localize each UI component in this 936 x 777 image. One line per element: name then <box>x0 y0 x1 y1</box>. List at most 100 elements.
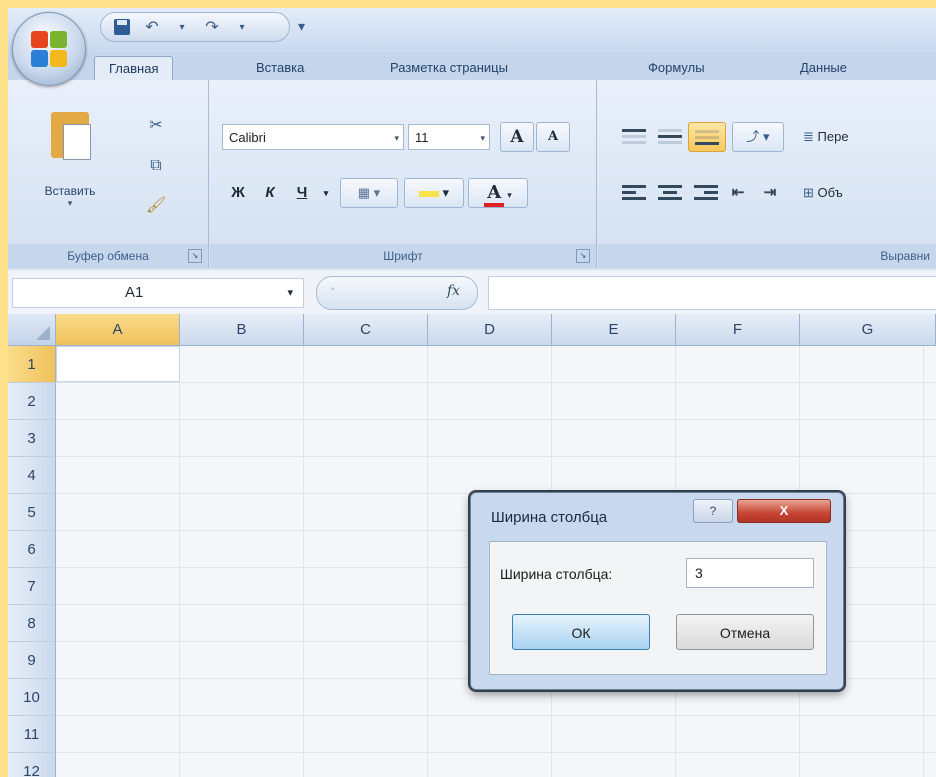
column-header-b[interactable]: B <box>180 314 304 346</box>
clipboard-icon <box>51 112 91 160</box>
font-name-select[interactable]: Calibri ▾ <box>222 124 404 150</box>
fill-color-icon <box>418 190 439 197</box>
wrap-text-button[interactable]: ≣ Пере <box>802 122 936 152</box>
font-color-button[interactable]: A ▾ <box>468 178 528 208</box>
excel-window: ↶ ▾ ↷ ▾ ▾ Главная Вставка Разметка стран… <box>8 8 936 777</box>
font-group-label: Шрифт <box>210 244 596 268</box>
increase-indent-icon[interactable]: ⇥ <box>754 178 786 208</box>
tab-home[interactable]: Главная <box>94 56 174 82</box>
column-width-dialog: Ширина столбца ? X Ширина столбца: 3 ОК … <box>470 492 844 690</box>
row-header-9[interactable]: 9 <box>8 642 56 679</box>
format-painter-icon[interactable]: 🖌 <box>144 194 168 218</box>
cut-icon[interactable]: ✂ <box>144 114 168 138</box>
redo-icon[interactable]: ↷ <box>201 16 223 38</box>
formula-expand-icon[interactable]: ◦ <box>331 284 335 295</box>
row-header-1[interactable]: 1 <box>8 346 56 383</box>
formula-bar: A1 ▾ ◦ fx <box>8 270 936 315</box>
borders-button[interactable]: ▦ ▾ <box>340 178 398 208</box>
cancel-button[interactable]: Отмена <box>676 614 814 650</box>
name-box[interactable]: A1 ▾ <box>12 278 304 308</box>
orientation-button[interactable]: ⤴ ▾ <box>732 122 784 152</box>
ok-button[interactable]: ОК <box>512 614 650 650</box>
column-width-label: Ширина столбца: <box>500 566 613 582</box>
align-center-icon[interactable] <box>656 182 684 204</box>
paste-dropdown-icon[interactable]: ▾ <box>30 198 110 209</box>
grow-font-button[interactable]: A <box>500 122 534 152</box>
align-bottom-icon <box>693 127 721 149</box>
customize-qat-icon[interactable]: ▾ <box>298 18 305 35</box>
select-all-button[interactable] <box>8 314 56 346</box>
ribbon-tabs: Главная Вставка Разметка страницы Формул… <box>8 52 936 82</box>
bold-button[interactable]: Ж <box>222 178 254 208</box>
column-header-a[interactable]: A <box>56 314 180 346</box>
align-left-icon[interactable] <box>620 182 648 204</box>
column-header-g[interactable]: G <box>800 314 936 346</box>
font-group: Calibri ▾ 11 ▾ A A Ж К Ч ▾ ▦ ▾ ▾ A ▾ Шрифт… <box>210 80 597 268</box>
help-button[interactable]: ? <box>693 499 733 523</box>
alignment-group: ⤴ ▾ ⇤ ⇥ ≣ Пере ⊞ Объ Выравни <box>598 80 936 268</box>
merge-cells-button[interactable]: ⊞ Объ <box>802 178 936 208</box>
row-header-3[interactable]: 3 <box>8 420 56 457</box>
tab-page-layout[interactable]: Разметка страницы <box>390 60 508 75</box>
chevron-down-icon[interactable]: ▾ <box>287 279 293 307</box>
title-bar: ↶ ▾ ↷ ▾ ▾ <box>8 8 936 52</box>
formula-input[interactable] <box>488 276 936 310</box>
row-header-4[interactable]: 4 <box>8 457 56 494</box>
column-header-f[interactable]: F <box>676 314 800 346</box>
align-middle-icon[interactable] <box>656 126 684 148</box>
font-size-select[interactable]: 11 ▾ <box>408 124 490 150</box>
column-header-d[interactable]: D <box>428 314 552 346</box>
tab-data[interactable]: Данные <box>800 60 847 75</box>
clipboard-group-label: Буфер обмена <box>8 244 208 268</box>
fill-color-button[interactable]: ▾ <box>404 178 464 208</box>
name-box-value: A1 <box>125 284 144 301</box>
align-top-icon[interactable] <box>620 126 648 148</box>
column-header-c[interactable]: C <box>304 314 428 346</box>
row-header-6[interactable]: 6 <box>8 531 56 568</box>
quick-access-toolbar: ↶ ▾ ↷ ▾ <box>100 12 290 42</box>
undo-icon[interactable]: ↶ <box>141 16 163 38</box>
column-header-e[interactable]: E <box>552 314 676 346</box>
ribbon: Вставить ▾ ✂ ⧉ 🖌 Буфер обмена ↘ Calibri ▾… <box>8 80 936 270</box>
row-header-11[interactable]: 11 <box>8 716 56 753</box>
chevron-down-icon: ▾ <box>394 133 399 143</box>
dialog-title: Ширина столбца <box>491 509 608 526</box>
underline-dropdown-icon[interactable]: ▾ <box>318 178 334 208</box>
wrap-text-icon: ≣ <box>803 129 814 144</box>
align-bottom-button[interactable] <box>688 122 726 152</box>
row-header-10[interactable]: 10 <box>8 679 56 716</box>
chevron-down-icon: ▾ <box>480 133 485 143</box>
dialog-body: Ширина столбца: 3 ОК Отмена <box>489 541 827 675</box>
paste-button[interactable]: Вставить ▾ <box>30 112 110 210</box>
office-logo-icon <box>31 31 67 67</box>
merge-cells-icon: ⊞ <box>803 185 814 200</box>
redo-dropdown-icon[interactable]: ▾ <box>231 16 253 38</box>
tab-formulas[interactable]: Формулы <box>648 60 705 75</box>
italic-button[interactable]: К <box>254 178 286 208</box>
office-button[interactable] <box>12 12 86 86</box>
decrease-indent-icon[interactable]: ⇤ <box>722 178 754 208</box>
row-header-7[interactable]: 7 <box>8 568 56 605</box>
column-width-input[interactable]: 3 <box>686 558 814 588</box>
save-icon[interactable] <box>111 16 133 38</box>
tab-insert[interactable]: Вставка <box>256 60 304 75</box>
shrink-font-button[interactable]: A <box>536 122 570 152</box>
paste-label: Вставить <box>44 184 96 198</box>
font-launcher-icon[interactable]: ↘ <box>576 249 590 263</box>
clipboard-launcher-icon[interactable]: ↘ <box>188 249 202 263</box>
active-cell-a1[interactable] <box>56 346 180 382</box>
alignment-group-label: Выравни <box>598 244 936 268</box>
row-header-2[interactable]: 2 <box>8 383 56 420</box>
copy-icon[interactable]: ⧉ <box>144 154 168 178</box>
align-right-icon[interactable] <box>692 182 720 204</box>
undo-dropdown-icon[interactable]: ▾ <box>171 16 193 38</box>
row-header-12[interactable]: 12 <box>8 753 56 777</box>
clipboard-group: Вставить ▾ ✂ ⧉ 🖌 Буфер обмена ↘ <box>8 80 209 268</box>
row-header-5[interactable]: 5 <box>8 494 56 531</box>
font-color-icon: A <box>484 182 505 207</box>
insert-function-button[interactable]: fx <box>447 283 460 299</box>
close-button[interactable]: X <box>737 499 831 523</box>
underline-button[interactable]: Ч <box>286 178 318 208</box>
formula-controls: ◦ fx <box>316 276 478 310</box>
row-header-8[interactable]: 8 <box>8 605 56 642</box>
